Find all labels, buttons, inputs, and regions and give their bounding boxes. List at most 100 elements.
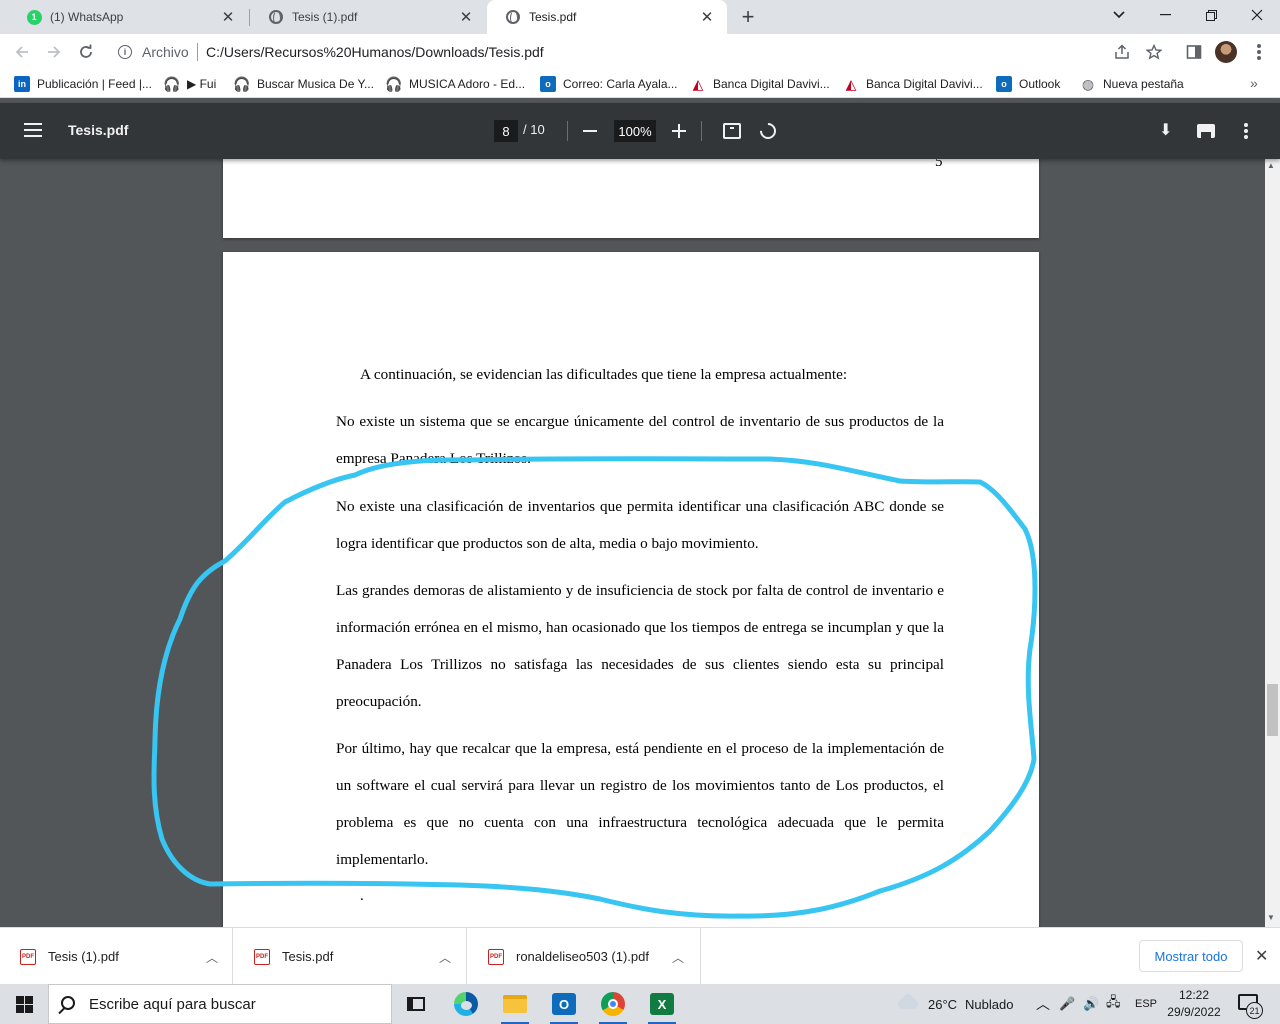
browser-toolbar: i Archivo C:/Users/Recursos%20Humanos/Do…: [0, 34, 1280, 70]
globe-icon: ◍: [1081, 75, 1095, 92]
address-bar[interactable]: i Archivo C:/Users/Recursos%20Humanos/Do…: [110, 37, 1172, 67]
forward-button[interactable]: [40, 38, 68, 66]
zoom-in-button[interactable]: [667, 119, 691, 143]
weather-temp: 26°C: [928, 996, 958, 1012]
bookmark-linkedin[interactable]: in Publicación | Feed |...: [14, 75, 152, 93]
paragraph-1: No existe un sistema que se encargue úni…: [336, 413, 944, 467]
network-icon[interactable]: 🖧: [1106, 984, 1121, 1024]
tray-overflow[interactable]: ︿: [1036, 984, 1050, 1024]
pdf-toolbar: Tesis.pdf 8 / 10 100%: [0, 103, 1280, 159]
download-button[interactable]: [1154, 119, 1178, 143]
download-item[interactable]: PDF Tesis.pdf ︿: [234, 928, 467, 985]
toolbar-divider: [701, 121, 702, 141]
system-clock[interactable]: 12:22 29/9/2022: [1166, 987, 1222, 1021]
tab-tesis[interactable]: Tesis.pdf ✕: [487, 0, 727, 34]
vertical-scrollbar[interactable]: [1265, 159, 1280, 927]
new-tab-button[interactable]: +: [736, 4, 760, 29]
document-viewport[interactable]: 5 A continuación, se evidencian las difi…: [0, 159, 1280, 927]
show-all-button[interactable]: Mostrar todo: [1139, 940, 1243, 972]
restore-button[interactable]: [1188, 0, 1234, 30]
more-vert-icon: [1244, 123, 1248, 139]
back-button[interactable]: [8, 38, 36, 66]
taskbar-edge[interactable]: [442, 984, 490, 1024]
chrome-menu-button[interactable]: [1245, 38, 1273, 66]
scroll-up-arrow[interactable]: ▲: [1267, 161, 1275, 170]
more-actions-button[interactable]: [1234, 119, 1258, 143]
volume-icon[interactable]: 🔊: [1083, 984, 1099, 1024]
chevron-double-right-icon[interactable]: »: [1250, 75, 1258, 91]
close-window-button[interactable]: [1234, 0, 1280, 30]
fit-page-icon: [723, 123, 741, 139]
scrollbar-thumb[interactable]: [1267, 684, 1278, 736]
download-filename: Tesis (1).pdf: [48, 949, 119, 964]
bookmark-musica-adoro[interactable]: 🎧 MUSICA Adoro - Ed...: [385, 75, 525, 93]
linkedin-icon: in: [14, 76, 30, 92]
menu-icon[interactable]: [24, 123, 42, 137]
pdf-file-icon: PDF: [488, 949, 504, 965]
outlook-icon: o: [996, 76, 1012, 92]
close-icon[interactable]: ✕: [1255, 946, 1268, 966]
tab-title: Tesis.pdf: [529, 10, 577, 24]
tab-title: (1) WhatsApp: [50, 10, 124, 24]
bookmark-davivienda-2[interactable]: ◭ Banca Digital Davivi...: [843, 75, 983, 93]
bookmark-outlook[interactable]: o Outlook: [996, 75, 1060, 93]
tab-title: Tesis (1).pdf: [292, 10, 358, 24]
tab-tesis-1[interactable]: Tesis (1).pdf ✕: [250, 0, 486, 34]
taskbar-file-explorer[interactable]: [491, 984, 539, 1024]
close-icon[interactable]: ✕: [220, 9, 236, 26]
rotate-button[interactable]: [756, 119, 780, 143]
language-indicator[interactable]: ESP: [1135, 984, 1157, 1024]
download-item[interactable]: PDF ronaldeliseo503 (1).pdf ︿: [468, 928, 701, 985]
chevron-up-icon[interactable]: ︿: [672, 949, 684, 966]
arrow-right-icon: [48, 46, 61, 58]
weather-widget[interactable]: 26°C Nublado: [898, 984, 1013, 1024]
windows-start-icon[interactable]: [16, 996, 33, 1013]
chip-divider: [197, 43, 198, 61]
profile-avatar[interactable]: [1215, 41, 1237, 63]
download-item[interactable]: PDF Tesis (1).pdf ︿: [0, 928, 233, 985]
close-icon[interactable]: ✕: [699, 9, 715, 26]
page-number: 5: [935, 159, 943, 170]
share-button[interactable]: [1108, 38, 1136, 66]
print-button[interactable]: [1194, 119, 1218, 143]
bookmark-davivienda-1[interactable]: ◭ Banca Digital Davivi...: [690, 75, 830, 93]
tab-strip: 1 (1) WhatsApp ✕ Tesis (1).pdf ✕ Tesis.p…: [0, 0, 1280, 34]
zoom-out-button[interactable]: [578, 119, 602, 143]
side-panel-button[interactable]: [1180, 38, 1208, 66]
taskbar-excel[interactable]: X: [638, 984, 686, 1024]
bookmark-star-button[interactable]: [1140, 38, 1168, 66]
bookmark-correo[interactable]: o Correo: Carla Ayala...: [540, 75, 678, 93]
plus-icon: [672, 124, 686, 138]
taskbar-chrome[interactable]: [589, 984, 637, 1024]
bookmark-nueva-pestana[interactable]: ◍ Nueva pestaña: [1080, 75, 1184, 93]
tab-search-button[interactable]: [1096, 0, 1142, 30]
url-text[interactable]: C:/Users/Recursos%20Humanos/Downloads/Te…: [206, 44, 544, 60]
close-icon[interactable]: ✕: [458, 9, 474, 26]
bookmark-label: Banca Digital Davivi...: [866, 77, 983, 91]
fit-page-button[interactable]: [720, 119, 744, 143]
bookmark-buscar-musica[interactable]: 🎧 Buscar Musica De Y...: [233, 75, 374, 93]
edge-icon: [454, 992, 478, 1016]
cloud-icon: [898, 994, 918, 1009]
tab-whatsapp[interactable]: 1 (1) WhatsApp ✕: [8, 0, 248, 34]
bookmark-label: Outlook: [1019, 77, 1061, 91]
bookmark-label: Publicación | Feed |...: [37, 77, 152, 91]
rotate-icon: [756, 119, 780, 143]
taskbar-search[interactable]: Escribe aquí para buscar: [48, 984, 392, 1024]
taskbar-outlook[interactable]: O: [540, 984, 588, 1024]
chevron-up-icon[interactable]: ︿: [206, 949, 218, 966]
reload-button[interactable]: [72, 38, 100, 66]
bookmark-label: ▶ Fui: [187, 77, 217, 91]
scroll-down-arrow[interactable]: ▼: [1267, 913, 1275, 922]
minimize-button[interactable]: [1142, 0, 1188, 30]
task-view-button[interactable]: [392, 984, 440, 1024]
zoom-input[interactable]: 100%: [614, 120, 656, 142]
search-icon: [61, 996, 75, 1010]
info-icon[interactable]: i: [118, 45, 132, 59]
pdf-title: Tesis.pdf: [68, 122, 129, 138]
bookmark-fui[interactable]: 🎧 ▶ Fui: [163, 75, 217, 93]
page-number-input[interactable]: 8: [494, 120, 518, 142]
chevron-up-icon[interactable]: ︿: [439, 949, 451, 966]
pdf-file-icon: PDF: [254, 949, 270, 965]
meet-icon[interactable]: 🎤: [1059, 984, 1075, 1024]
